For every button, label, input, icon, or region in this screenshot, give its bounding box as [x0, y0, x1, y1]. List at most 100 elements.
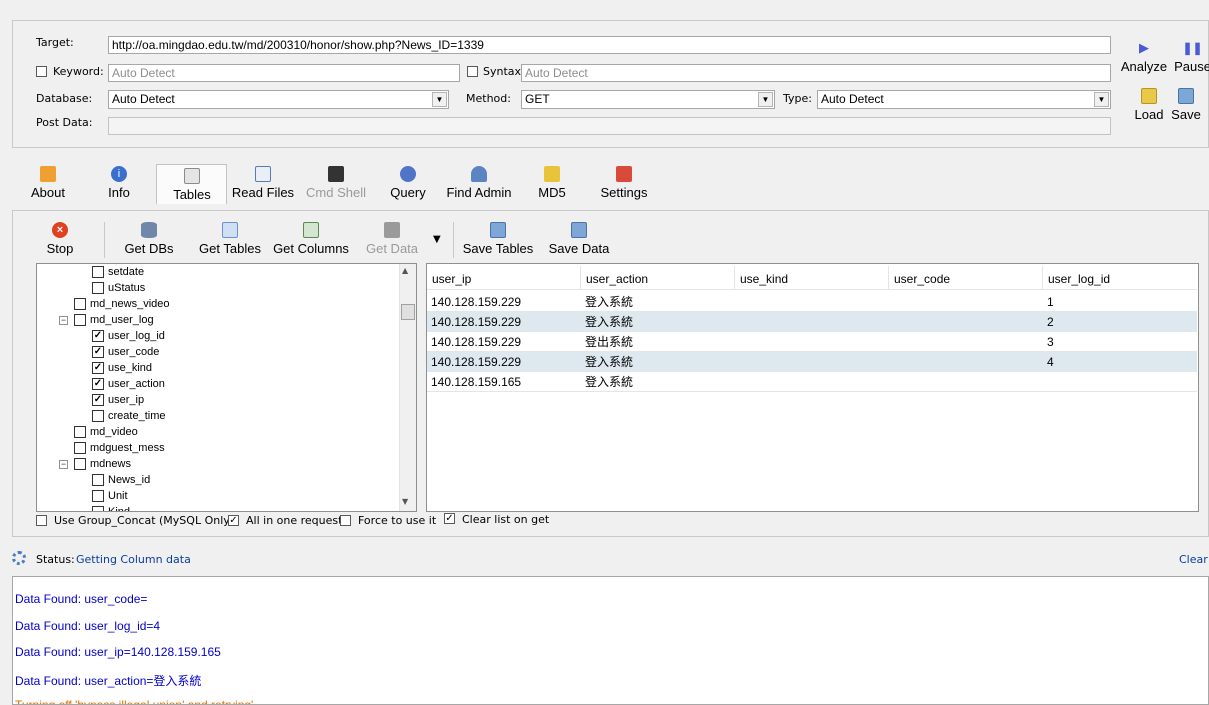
chevron-down-icon[interactable]: ▼ — [758, 92, 773, 107]
scrollbar-thumb[interactable] — [401, 304, 415, 320]
clear-log-link[interactable]: Clear L — [1179, 553, 1209, 566]
tree-node[interactable]: ✓ user_action — [92, 376, 165, 392]
table-row[interactable]: 140.128.159.229 登入系統 1 — [427, 292, 1197, 312]
expand-toggle-icon[interactable]: − — [59, 459, 68, 469]
type-select[interactable]: Auto Detect ▼ — [817, 90, 1111, 109]
tree-node-checkbox[interactable] — [92, 410, 104, 422]
tree-node[interactable]: md_news_video — [59, 296, 170, 312]
data-icon — [384, 222, 400, 238]
tree-node[interactable]: Unit — [92, 488, 128, 504]
tab-settings[interactable]: Settings — [598, 166, 650, 200]
postdata-label: Post Data: — [36, 116, 93, 129]
clear-list-checkbox[interactable]: ✓ — [444, 513, 455, 524]
tree-node[interactable]: create_time — [92, 408, 165, 424]
tree-node-checkbox[interactable]: ✓ — [92, 378, 104, 390]
tree-node-checkbox[interactable] — [74, 458, 86, 470]
tree-node-checkbox[interactable] — [92, 474, 104, 486]
syntax-input[interactable]: Auto Detect — [521, 64, 1111, 82]
tree-node-checkbox[interactable]: ✓ — [92, 362, 104, 374]
save-button[interactable]: Save — [1170, 88, 1202, 122]
get-columns-button[interactable]: Get Columns — [271, 222, 351, 256]
folder-open-icon — [1141, 88, 1157, 104]
tree-scrollbar[interactable]: ▲ ▼ — [399, 264, 416, 511]
tree-node[interactable]: uStatus — [92, 280, 145, 296]
column-header[interactable]: user_ip — [427, 266, 581, 290]
column-header[interactable]: use_kind — [735, 266, 889, 290]
table-row[interactable]: 140.128.159.229 登入系統 2 — [427, 312, 1197, 332]
tab-query[interactable]: Query — [386, 166, 430, 200]
table-cell: 2 — [1047, 315, 1054, 329]
table-tree[interactable]: setdate uStatus md_news_video − md_user_log ✓… — [36, 263, 417, 512]
tree-node[interactable]: setdate — [92, 264, 144, 280]
tab-md5[interactable]: MD5 — [534, 166, 570, 200]
scroll-up-icon[interactable]: ▲ — [402, 266, 408, 275]
tree-node[interactable]: mdguest_mess — [59, 440, 165, 456]
column-header[interactable]: user_action — [581, 266, 735, 290]
get-tables-button[interactable]: Get Tables — [196, 222, 264, 256]
table-cell: 1 — [1047, 295, 1054, 309]
pause-label: Pause — [1174, 59, 1209, 74]
scroll-down-icon[interactable]: ▼ — [402, 497, 408, 506]
tree-node[interactable]: Kind — [92, 504, 130, 511]
tree-node[interactable]: ✓ use_kind — [92, 360, 152, 376]
tree-node-checkbox[interactable] — [92, 490, 104, 502]
table-cell — [889, 332, 893, 352]
target-input[interactable]: http://oa.mingdao.edu.tw/md/200310/honor… — [108, 36, 1111, 54]
tree-node-checkbox[interactable] — [74, 442, 86, 454]
table-cell — [735, 352, 739, 372]
table-row[interactable]: 140.128.159.165 登入系統 — [427, 372, 1197, 392]
tree-node[interactable]: − md_user_log — [59, 312, 154, 328]
table-row[interactable]: 140.128.159.229 登入系統 4 — [427, 352, 1197, 372]
tree-node[interactable]: ✓ user_log_id — [92, 328, 165, 344]
tree-node-checkbox[interactable]: ✓ — [92, 394, 104, 406]
chevron-down-icon[interactable]: ▼ — [432, 92, 447, 107]
save-data-button[interactable]: Save Data — [546, 222, 612, 256]
column-header[interactable]: user_log_id — [1043, 266, 1197, 290]
save-tables-label: Save Tables — [462, 241, 534, 256]
syntax-checkbox[interactable] — [467, 66, 478, 77]
analyze-button[interactable]: ▶ Analyze — [1121, 40, 1167, 74]
data-grid[interactable]: user_ip user_action use_kind user_code u… — [426, 263, 1199, 512]
pause-button[interactable]: ❚❚ Pause — [1174, 40, 1209, 74]
play-icon: ▶ — [1139, 40, 1149, 55]
table-row[interactable]: 140.128.159.229 登出系統 3 — [427, 332, 1197, 352]
tree-node-checkbox[interactable]: ✓ — [92, 346, 104, 358]
tab-about[interactable]: About — [24, 166, 72, 200]
save-tables-button[interactable]: Save Tables — [460, 222, 536, 256]
all-in-one-checkbox[interactable]: ✓ — [228, 515, 239, 526]
tree-node-checkbox[interactable] — [74, 298, 86, 310]
tree-node[interactable]: md_video — [59, 424, 138, 440]
log-line: Data Found: user_log_id=4 — [15, 618, 161, 633]
tab-find-admin[interactable]: Find Admin — [444, 166, 514, 200]
force-checkbox[interactable] — [340, 515, 351, 526]
chevron-down-icon[interactable]: ▼ — [1094, 92, 1109, 107]
tab-info[interactable]: i Info — [100, 166, 138, 200]
tree-node-checkbox[interactable] — [92, 266, 104, 278]
tab-tables[interactable]: Tables — [162, 168, 222, 202]
tree-node-checkbox[interactable] — [74, 426, 86, 438]
grid-header: user_ip user_action use_kind user_code u… — [427, 266, 1197, 290]
pause-icon: ❚❚ — [1182, 41, 1203, 55]
group-concat-checkbox[interactable] — [36, 515, 47, 526]
keyword-input[interactable]: Auto Detect — [108, 64, 460, 82]
tree-node[interactable]: News_id — [92, 472, 150, 488]
column-header[interactable]: user_code — [889, 266, 1043, 290]
get-data-dropdown-icon[interactable]: ▼ — [433, 234, 441, 245]
expand-toggle-icon[interactable]: − — [59, 315, 68, 325]
group-concat-label: Use Group_Concat (MySQL Only) — [54, 514, 235, 527]
log-output[interactable]: Data Found: user_code= Data Found: user_l… — [12, 576, 1209, 705]
tree-node-checkbox[interactable] — [92, 282, 104, 294]
method-select[interactable]: GET ▼ — [521, 90, 775, 109]
tree-node[interactable]: ✓ user_ip — [92, 392, 144, 408]
get-dbs-button[interactable]: Get DBs — [122, 222, 176, 256]
load-button[interactable]: Load — [1131, 88, 1167, 122]
tree-node-checkbox[interactable] — [92, 506, 104, 511]
stop-button[interactable]: × Stop — [42, 222, 78, 256]
tree-node-checkbox[interactable]: ✓ — [92, 330, 104, 342]
tab-read-files[interactable]: Read Files — [230, 166, 296, 200]
keyword-checkbox[interactable] — [36, 66, 47, 77]
tree-node[interactable]: ✓ user_code — [92, 344, 159, 360]
tree-node-checkbox[interactable] — [74, 314, 86, 326]
tree-node[interactable]: − mdnews — [59, 456, 131, 472]
database-select[interactable]: Auto Detect ▼ — [108, 90, 449, 109]
